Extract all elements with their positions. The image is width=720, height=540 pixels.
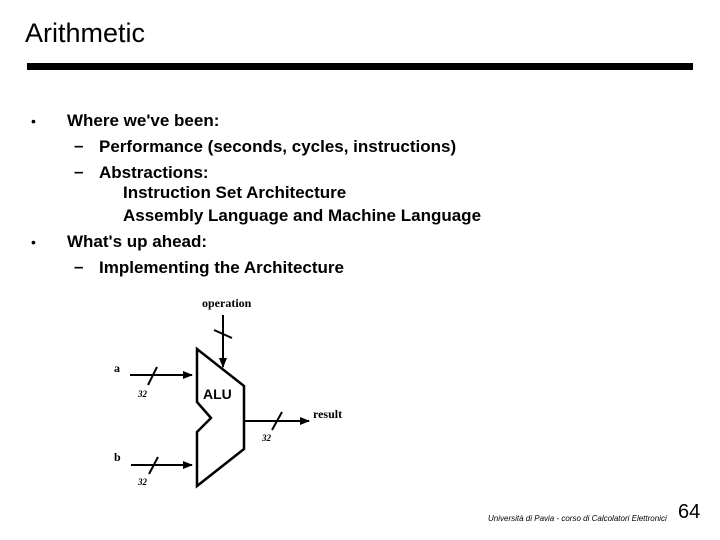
result-label: result (313, 407, 342, 421)
input-b-label: b (114, 450, 121, 464)
page-number: 64 (678, 501, 701, 523)
alu-diagram: ALU operation a 32 b 32 32 result (114, 296, 342, 489)
operation-label: operation (202, 296, 252, 310)
input-a-width: 32 (137, 389, 148, 399)
alu-label: ALU (203, 386, 232, 402)
footer-course-text: Università di Pavia - corso di Calcolato… (488, 514, 667, 523)
input-a-label: a (114, 361, 120, 375)
input-b-width: 32 (137, 477, 148, 487)
alu-block (195, 346, 246, 489)
result-width: 32 (261, 433, 272, 443)
